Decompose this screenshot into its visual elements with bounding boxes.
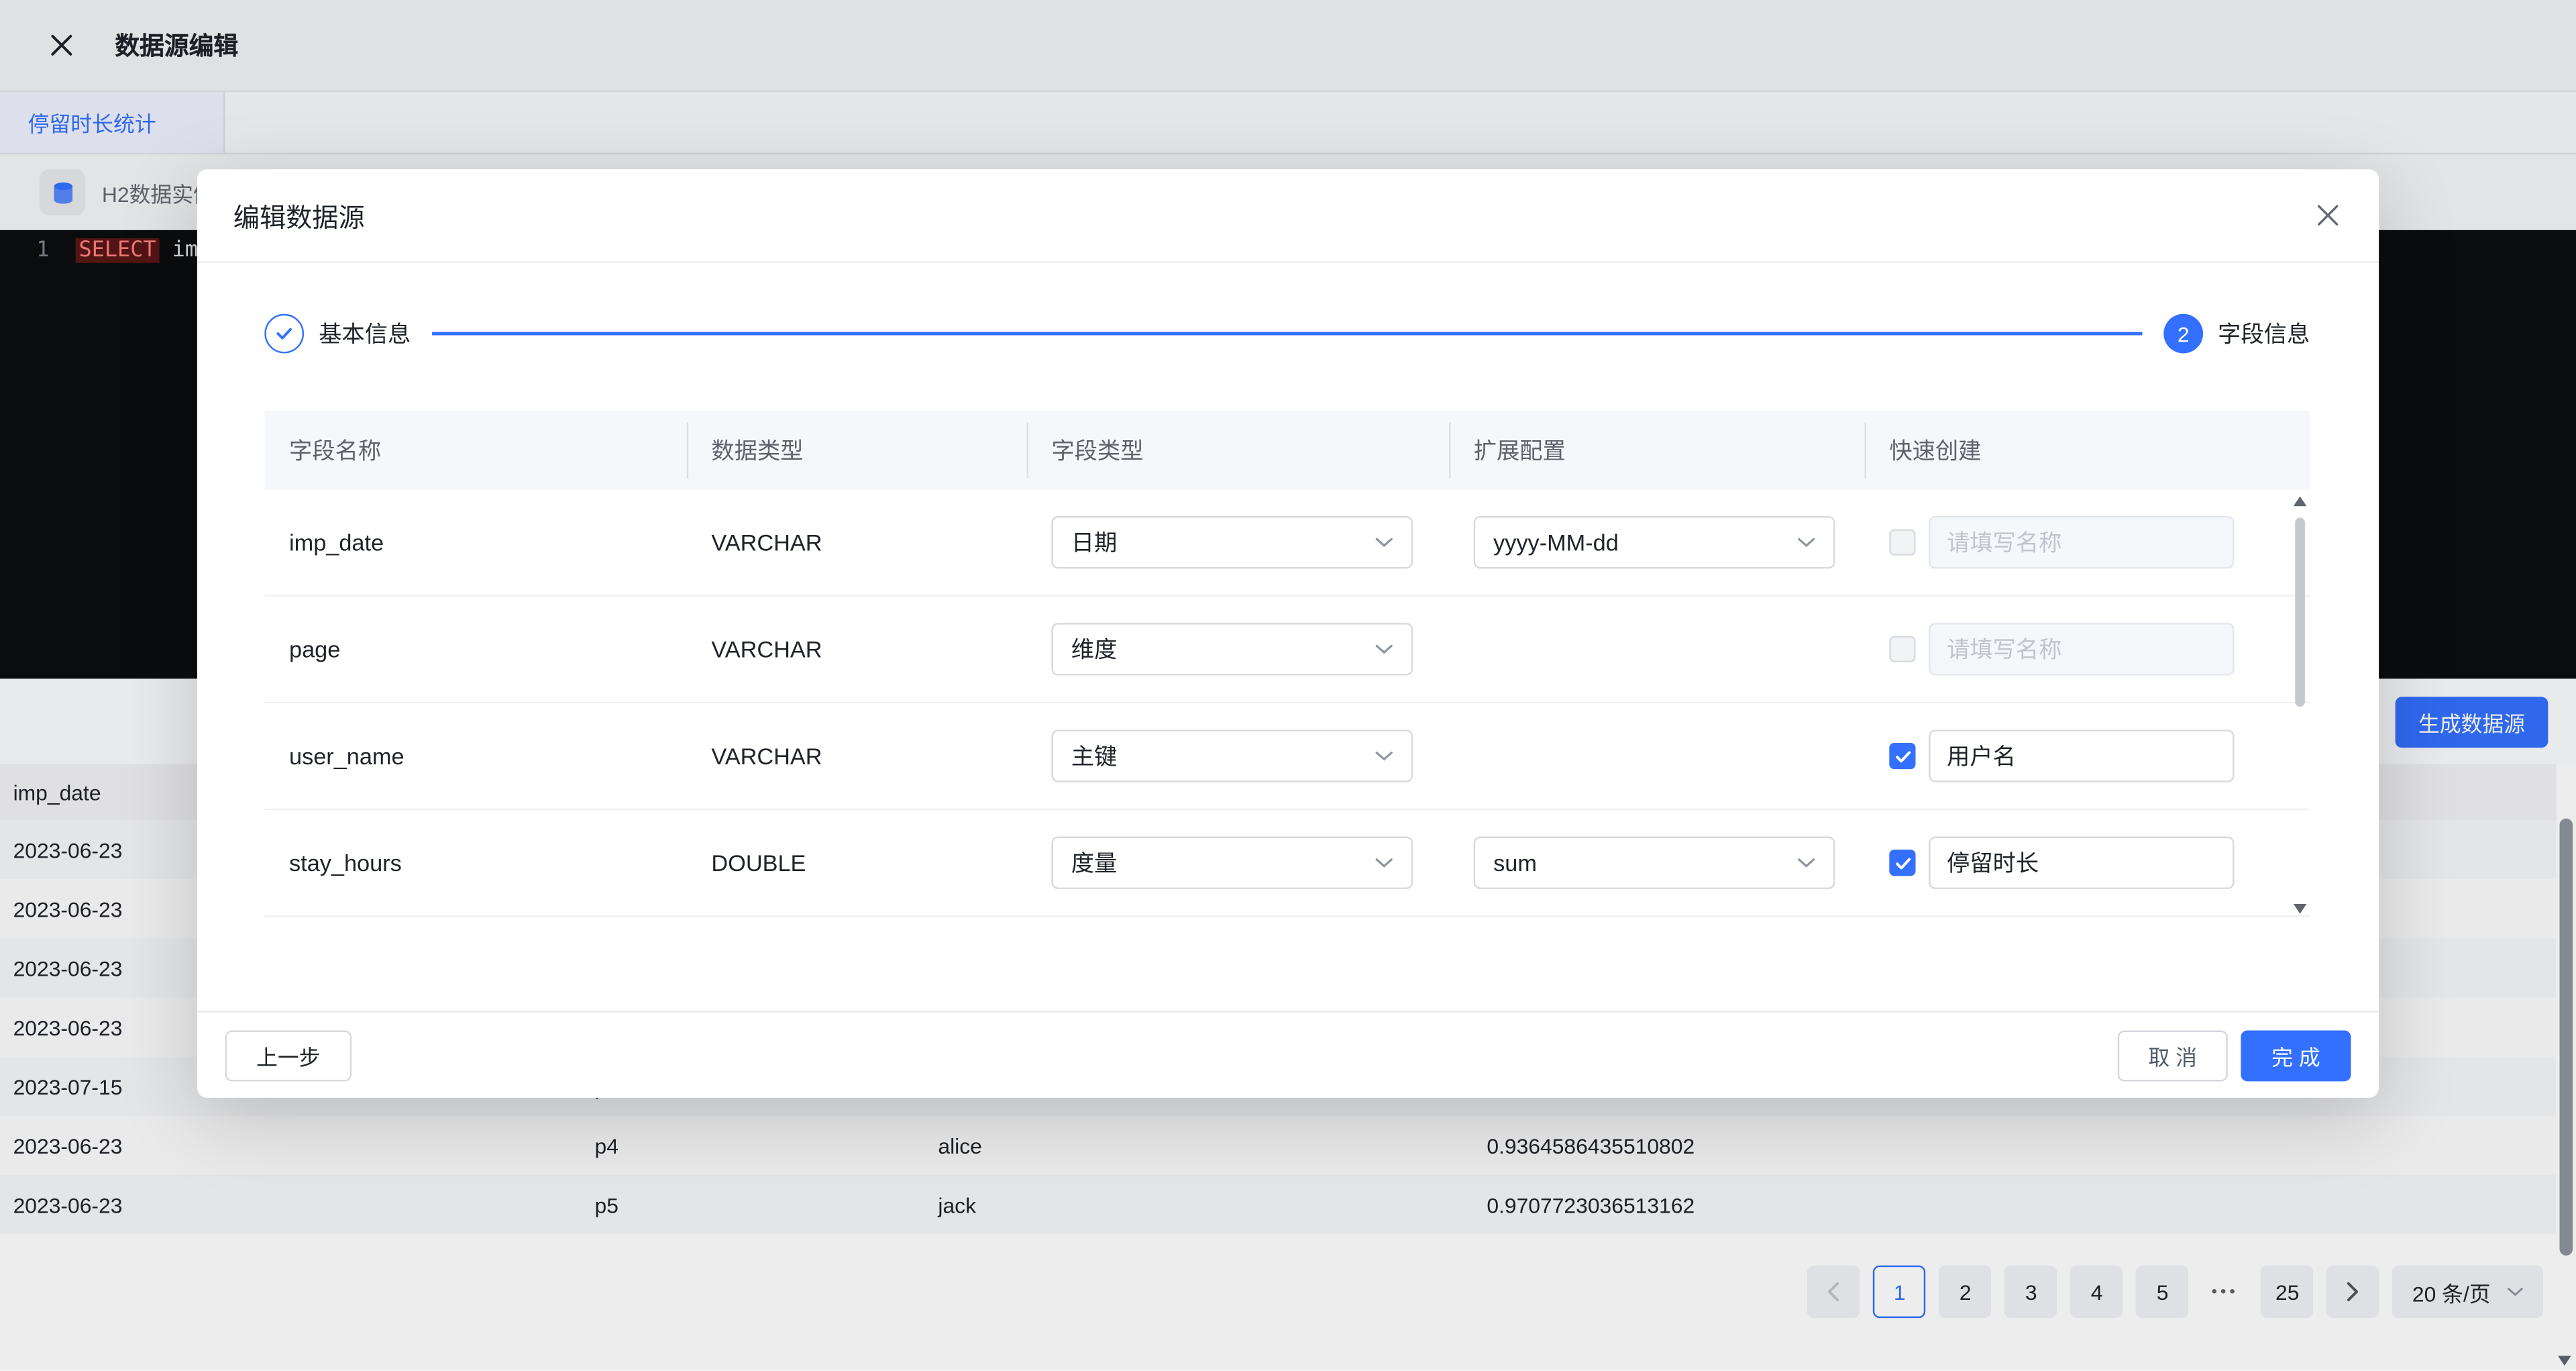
wizard-stepper: 基本信息 2 字段信息 xyxy=(264,314,2310,354)
field-table-header: 字段名称 数据类型 字段类型 扩展配置 快速创建 xyxy=(264,411,2310,490)
aggregation-select[interactable]: sum xyxy=(1474,837,1835,889)
field-data-type: VARCHAR xyxy=(687,743,1027,769)
date-format-select[interactable]: yyyy-MM-dd xyxy=(1474,516,1835,568)
check-icon xyxy=(1893,747,1911,765)
scrollbar-thumb[interactable] xyxy=(2295,517,2305,707)
field-table-scrollbar[interactable] xyxy=(2290,493,2310,917)
step-1-label[interactable]: 基本信息 xyxy=(319,317,411,350)
chevron-down-icon xyxy=(1797,858,1815,868)
field-type-select[interactable]: 主键 xyxy=(1051,729,1413,782)
quick-name-input[interactable] xyxy=(1929,516,2235,568)
quick-create-checkbox[interactable] xyxy=(1889,850,1915,876)
select-value: 主键 xyxy=(1071,740,1118,772)
field-data-type: DOUBLE xyxy=(687,850,1027,876)
field-data-type: VARCHAR xyxy=(687,636,1027,662)
quick-create-checkbox[interactable] xyxy=(1889,636,1915,662)
modal-footer: 上一步 取 消 完 成 xyxy=(197,1011,2379,1098)
field-row-imp-date: imp_date VARCHAR 日期 yyyy-MM-dd xyxy=(264,490,2310,597)
step-2-label[interactable]: 字段信息 xyxy=(2218,317,2310,350)
screen: 数据源编辑 停留时长统计 H2数据实例 1 SELECT imp 生成数据源 i… xyxy=(0,0,2576,1370)
quick-name-input[interactable] xyxy=(1929,837,2235,889)
modal-header: 编辑数据源 xyxy=(197,169,2379,263)
quick-name-input[interactable] xyxy=(1929,623,2235,675)
field-row-user-name: user_name VARCHAR 主键 xyxy=(264,703,2310,810)
scroll-up-arrow-icon[interactable] xyxy=(2294,497,2307,507)
column-header: 扩展配置 xyxy=(1449,411,1865,490)
chevron-down-icon xyxy=(1375,644,1393,654)
field-type-select[interactable]: 维度 xyxy=(1051,623,1413,675)
step-connector-line xyxy=(432,332,2142,335)
field-row-stay-hours: stay_hours DOUBLE 度量 sum xyxy=(264,810,2310,917)
field-name: imp_date xyxy=(264,529,686,556)
quick-name-input[interactable] xyxy=(1929,729,2235,782)
select-value: 度量 xyxy=(1071,846,1118,879)
field-type-select[interactable]: 度量 xyxy=(1051,837,1413,889)
field-type-select[interactable]: 日期 xyxy=(1051,516,1413,568)
field-name: page xyxy=(264,636,686,662)
step-1-done-icon xyxy=(264,314,304,354)
close-icon[interactable] xyxy=(2313,201,2343,230)
edit-datasource-modal: 编辑数据源 基本信息 2 字段信息 字段名称 数据类型 字段类型 扩展配置 快速… xyxy=(197,169,2379,1098)
confirm-button[interactable]: 完 成 xyxy=(2241,1029,2351,1080)
select-value: yyyy-MM-dd xyxy=(1493,529,1619,556)
field-name: stay_hours xyxy=(264,850,686,876)
chevron-down-icon xyxy=(1375,538,1393,548)
modal-title: 编辑数据源 xyxy=(233,195,365,235)
chevron-down-icon xyxy=(1797,538,1815,548)
previous-step-button[interactable]: 上一步 xyxy=(225,1029,352,1080)
check-icon xyxy=(274,323,294,343)
column-header: 字段类型 xyxy=(1027,411,1449,490)
cancel-button[interactable]: 取 消 xyxy=(2118,1029,2228,1080)
field-row-page: page VARCHAR 维度 xyxy=(264,597,2310,703)
column-header: 字段名称 xyxy=(264,411,686,490)
chevron-down-icon xyxy=(1375,751,1393,761)
field-config-table: 字段名称 数据类型 字段类型 扩展配置 快速创建 imp_date VARCHA… xyxy=(264,411,2310,917)
select-value: sum xyxy=(1493,850,1537,876)
scroll-down-arrow-icon[interactable] xyxy=(2294,904,2307,914)
field-data-type: VARCHAR xyxy=(687,529,1027,556)
select-value: 维度 xyxy=(1071,633,1118,666)
quick-create-checkbox[interactable] xyxy=(1889,743,1915,769)
chevron-down-icon xyxy=(1375,858,1393,868)
column-header: 数据类型 xyxy=(687,411,1027,490)
column-header: 快速创建 xyxy=(1865,411,2310,490)
field-name: user_name xyxy=(264,743,686,769)
check-icon xyxy=(1893,854,1911,872)
step-2-number: 2 xyxy=(2163,314,2203,354)
quick-create-checkbox[interactable] xyxy=(1889,529,1915,556)
select-value: 日期 xyxy=(1071,526,1118,559)
